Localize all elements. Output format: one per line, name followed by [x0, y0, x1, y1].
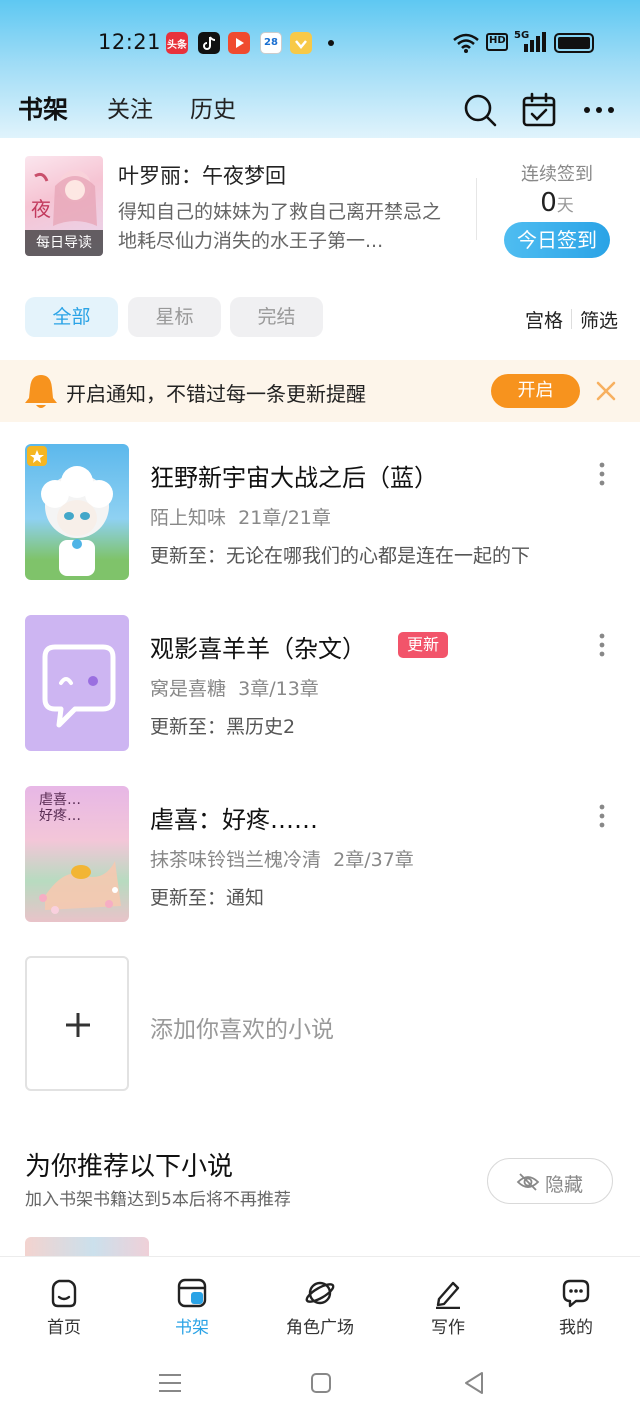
grid-view-toggle[interactable]: 宫格: [525, 306, 563, 333]
home-icon: [51, 1279, 77, 1308]
nav-me-label: 我的: [559, 1318, 593, 1338]
hd-icon: HD: [486, 33, 508, 51]
more-icon[interactable]: [581, 92, 617, 128]
eye-off-icon: [516, 1173, 540, 1191]
tab-bookshelf[interactable]: 书架: [18, 90, 68, 126]
nav-write-label: 写作: [431, 1318, 465, 1338]
notification-banner: 开启通知，不错过每一条更新提醒 开启: [0, 360, 640, 422]
system-nav-bar: [0, 1348, 640, 1422]
book-meta: 窝是喜糖 3章/13章: [150, 674, 319, 701]
bookshelf-icon: [177, 1278, 207, 1308]
book-update: 更新至：黑历史2: [150, 716, 296, 738]
add-book-label[interactable]: 添加你喜欢的小说: [150, 1010, 334, 1044]
filter-completed[interactable]: 完结: [230, 297, 323, 337]
daily-book-title[interactable]: 叶罗丽：午夜梦回: [118, 160, 286, 190]
book-author: 抹茶味铃铛兰槐冷清: [150, 849, 322, 871]
daily-reading-card: 夜 每日导读 叶罗丽：午夜梦回 得知自己的妹妹为了救自己离开禁忌之地耗尽仙力消失…: [0, 138, 640, 278]
book-cover: [25, 444, 129, 580]
enable-notification-button[interactable]: 开启: [491, 374, 580, 408]
nav-home[interactable]: 首页: [0, 1257, 128, 1349]
toutiao-icon: 头条: [166, 32, 188, 54]
calendar-icon: 28: [260, 32, 282, 54]
hide-recommend-label: 隐藏: [545, 1174, 584, 1196]
book-item[interactable]: 观影喜羊羊（杂文） 更新 窝是喜糖 3章/13章 更新至：黑历史2: [0, 615, 640, 755]
status-time: 12:21: [98, 30, 162, 54]
daily-badge: 每日导读: [25, 230, 103, 256]
video-icon: [228, 32, 250, 54]
coin-icon: [290, 32, 312, 54]
book-cover-text: 虐喜… 好疼…: [39, 792, 81, 824]
checkin-label: 连续签到: [521, 164, 593, 185]
book-item[interactable]: 虐喜… 好疼… 虐喜：好疼…… 抹茶味铃铛兰槐冷清 2章/37章 更新至：通知: [0, 786, 640, 926]
nav-write[interactable]: 写作: [384, 1257, 512, 1349]
book-update: 更新至：通知: [150, 887, 265, 909]
planet-icon: [305, 1281, 335, 1305]
close-icon[interactable]: [592, 377, 620, 405]
pen-icon: [436, 1281, 460, 1309]
recommend-subtitle: 加入书架书籍达到5本后将不再推荐: [25, 1190, 291, 1210]
search-icon[interactable]: [462, 92, 498, 128]
book-title: 狂野新宇宙大战之后（蓝）: [150, 464, 438, 492]
more-vertical-icon[interactable]: [588, 802, 616, 830]
signal-5g-icon: 5G: [514, 30, 546, 56]
book-progress: 3章/13章: [238, 678, 319, 700]
book-meta: 陌上知味 21章/21章: [150, 503, 331, 530]
menu-icon[interactable]: [155, 1368, 185, 1398]
more-vertical-icon[interactable]: [588, 631, 616, 659]
book-cover: [25, 615, 129, 751]
book-cover: 虐喜… 好疼…: [25, 786, 129, 922]
filter-all[interactable]: 全部: [25, 297, 118, 337]
daily-book-cover[interactable]: 夜 每日导读: [25, 156, 103, 256]
book-update: 更新至：无论在哪我们的心都是连在一起的下: [150, 545, 531, 567]
book-meta: 抹茶味铃铛兰槐冷清 2章/37章: [150, 845, 414, 872]
divider: [476, 178, 477, 240]
nav-bookshelf-label: 书架: [175, 1318, 209, 1338]
filter-button[interactable]: 筛选: [580, 306, 618, 333]
book-progress: 2章/37章: [333, 849, 414, 871]
nav-character-square[interactable]: 角色广场: [256, 1257, 384, 1349]
book-cover-art: [27, 446, 113, 576]
more-vertical-icon[interactable]: [588, 460, 616, 488]
chat-bubble-icon: [562, 1279, 590, 1308]
notice-text: 开启通知，不错过每一条更新提醒: [66, 382, 366, 406]
header: 书架 关注 历史: [0, 80, 640, 136]
status-bar: 12:21 头条 28 HD 5G: [0, 22, 640, 64]
nav-home-label: 首页: [47, 1318, 81, 1338]
notification-dot: [328, 40, 334, 46]
tab-follow[interactable]: 关注: [107, 90, 153, 124]
plus-icon: [66, 1013, 90, 1037]
checkin-days: 0天: [504, 188, 610, 218]
checkin-button[interactable]: 今日签到: [504, 222, 610, 258]
bottom-nav: 首页 书架 角色广场 写作 我的: [0, 1256, 640, 1348]
nav-character-square-label: 角色广场: [286, 1318, 354, 1338]
wifi-icon: [453, 33, 479, 53]
daily-book-description: 得知自己的妹妹为了救自己离开禁忌之地耗尽仙力消失的水王子第一...: [118, 201, 442, 252]
update-tag: 更新: [398, 632, 449, 658]
home-square-icon[interactable]: [306, 1368, 336, 1398]
svg-text:夜: 夜: [31, 197, 51, 221]
nav-me[interactable]: 我的: [512, 1257, 640, 1349]
tab-history[interactable]: 历史: [190, 90, 236, 124]
book-title: 观影喜羊羊（杂文）: [150, 635, 366, 663]
nav-bookshelf[interactable]: 书架: [128, 1257, 256, 1349]
book-title: 虐喜：好疼……: [150, 806, 318, 834]
tiktok-icon: [198, 32, 220, 54]
book-item[interactable]: 狂野新宇宙大战之后（蓝） 陌上知味 21章/21章 更新至：无论在哪我们的心都是…: [0, 444, 640, 584]
recommend-title: 为你推荐以下小说: [25, 1152, 234, 1182]
checkin-days-count: 0: [540, 188, 557, 218]
book-author: 窝是喜糖: [150, 678, 227, 700]
add-book-button[interactable]: [25, 956, 129, 1091]
calendar-check-icon[interactable]: [521, 92, 557, 128]
checkin-days-unit: 天: [556, 196, 574, 216]
hide-recommend-button[interactable]: 隐藏: [487, 1158, 613, 1204]
battery-icon: [554, 33, 594, 53]
book-progress: 21章/21章: [238, 507, 331, 529]
filter-starred[interactable]: 星标: [128, 297, 221, 337]
chat-bubble-cover-art: [42, 644, 116, 728]
divider: [571, 309, 572, 329]
book-author: 陌上知味: [150, 507, 227, 529]
back-triangle-icon[interactable]: [460, 1368, 490, 1398]
bell-icon: [25, 375, 57, 408]
